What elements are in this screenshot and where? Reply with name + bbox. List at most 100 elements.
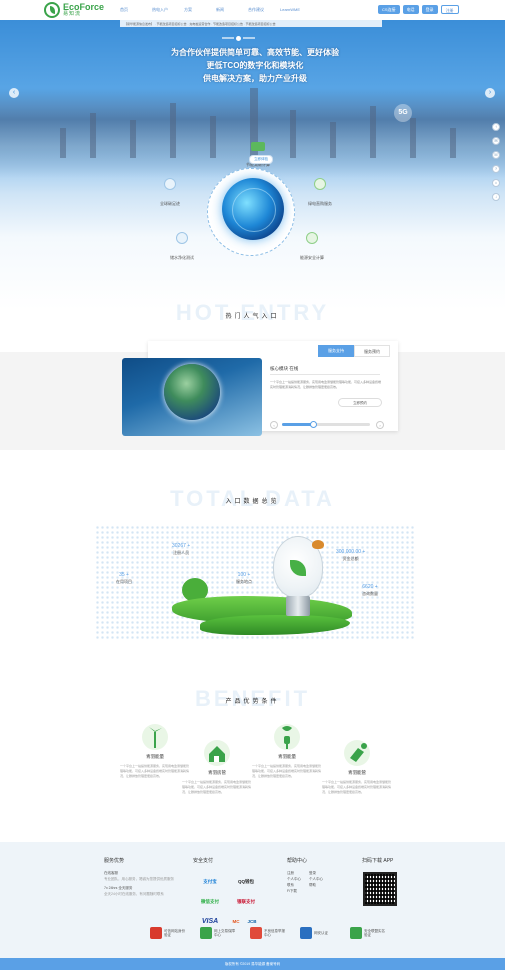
feature-safety[interactable]: 能源安全计算: [300, 232, 324, 264]
tab-service-booking[interactable]: 服务预约: [354, 345, 390, 357]
shield-icon: [306, 232, 318, 244]
stat-label: 服务地点: [236, 579, 252, 584]
mail-icon[interactable]: ✉: [492, 137, 500, 145]
mastercard-logo-icon: MC: [232, 919, 240, 924]
top-header: EcoForce 易知流 首页 热电入户 方案 新闻 合作建议 LearnWME…: [0, 0, 505, 20]
carousel-prev-arrow-icon[interactable]: ‹: [9, 88, 19, 98]
5g-badge-icon: 5G: [394, 104, 412, 122]
nav-item-learn[interactable]: LearnWME: [280, 7, 312, 13]
benefit-item[interactable]: 青羽房管 一个平台上一站提供能源服务，实现用电监测储能管理等功能，可接入多种设备…: [182, 738, 252, 795]
phone-button[interactable]: 电话: [402, 5, 419, 14]
benefit-desc: 一个平台上一站提供能源服务，实现用电监测储能管理等功能，可接入多种设备终端实时管…: [182, 780, 252, 794]
stat-value: 300,000.00 +: [336, 549, 366, 555]
prev-slide-icon[interactable]: ‹: [270, 421, 278, 429]
alipay-logo-icon: 支付宝: [203, 879, 217, 884]
jcb-logo-icon: JCB: [247, 919, 257, 924]
wind-turbine-icon: [140, 722, 170, 752]
benefit-item[interactable]: 青羽能量 一个平台上一站提供能源服务，实现用电监测储能管理等功能，可接入多种设备…: [252, 722, 322, 779]
floating-sidebar: ↑ ✉ ☏ ? ⌂ ↓: [492, 123, 502, 207]
phone-icon[interactable]: ☏: [492, 151, 500, 159]
calc-try-button[interactable]: 立即体验: [249, 155, 273, 164]
feature-water[interactable]: 储水净化测试: [170, 232, 194, 264]
slogan-line-1: 为合作伙伴提供简单可靠、高效节能、更好体验: [171, 48, 339, 57]
data-title: 入口数据总览: [225, 499, 280, 505]
cert-label: 可信网站身份验证: [164, 929, 185, 937]
nav-item-entry[interactable]: 热电入户: [152, 7, 184, 13]
cert-badge[interactable]: 不良信息举报中心: [250, 927, 286, 939]
carousel-dot-active[interactable]: [236, 35, 241, 41]
footer-col-title: 扫码下载 APP: [362, 858, 394, 864]
plant-icon: [314, 178, 326, 190]
benefit-item[interactable]: 青羽能管 一个平台上一站提供能源服务，实现用电监测储能管理等功能，可接入多种设备…: [322, 738, 392, 795]
stat-label: 咨询数量: [362, 591, 378, 596]
slider-handle[interactable]: [310, 421, 317, 428]
stat-projects: 35 + 在用项目: [116, 572, 132, 585]
carousel-next-arrow-icon[interactable]: ›: [485, 88, 495, 98]
cert-label: 网安认证: [314, 931, 328, 935]
benefit-item[interactable]: 青羽能量 一个平台上一站提供能源服务，实现用电监测储能管理等功能，可接入多种设备…: [120, 722, 190, 779]
help-icon[interactable]: ?: [492, 165, 500, 173]
benefit-title-text: 青羽能管: [348, 770, 366, 775]
footer-link[interactable]: 帮助: [309, 882, 323, 888]
benefit-desc: 一个平台上一站提供能源服务，实现用电监测储能管理等功能，可接入多种设备终端实时管…: [120, 764, 190, 778]
back-top-icon[interactable]: ↑: [492, 123, 500, 131]
wechat-pay-logo-icon: 微信支付: [201, 899, 219, 904]
hot-title: 热门人气入口: [225, 314, 280, 320]
fuel-nozzle-icon: [342, 738, 372, 768]
feature-carbon[interactable]: 全球碳足迹: [160, 178, 180, 210]
login-button[interactable]: 登录: [421, 5, 438, 14]
visa-logo-icon: VISA: [201, 918, 219, 925]
footer-link[interactable]: Fi下载: [287, 888, 301, 894]
footer-col-title: 服务优势: [104, 858, 125, 864]
logo[interactable]: EcoForce 易知流: [44, 2, 104, 18]
calculator-icon: [251, 142, 265, 151]
main-nav: 首页 热电入户 方案 新闻 合作建议 LearnWME: [120, 7, 312, 13]
home-icon[interactable]: ⌂: [492, 179, 500, 187]
footer-col-title: 安全支付: [193, 858, 214, 864]
benefit-title: 产品优势条件: [225, 699, 280, 705]
divider: [270, 374, 380, 375]
slide-progress[interactable]: [282, 421, 370, 428]
download-icon[interactable]: ↓: [492, 193, 500, 201]
logo-cn: 易知流: [63, 11, 82, 17]
qr-code-image: [363, 872, 397, 906]
nav-item-solution[interactable]: 方案: [184, 7, 216, 13]
carousel-indicator[interactable]: [222, 35, 270, 41]
nav-item-cooperate[interactable]: 合作建议: [248, 7, 280, 13]
footer-col-payment: 安全支付 支付宝 QQ钱包 微信支付 银联支付 VISA MC JCB: [193, 857, 273, 930]
stat-value: 35 +: [119, 572, 129, 578]
stat-label: 注册人员: [173, 550, 190, 555]
benefit-title-text: 青羽能量: [146, 754, 164, 759]
tab-service-support[interactable]: 服务支持: [318, 345, 354, 357]
register-button[interactable]: 注册: [440, 5, 459, 14]
cs-connect-button[interactable]: CS连接: [378, 5, 400, 14]
page: EcoForce 易知流 首页 热电入户 方案 新闻 合作建议 LearnWME…: [0, 0, 505, 970]
stat-value: 6620 +: [362, 584, 378, 590]
footer-col-app: 扫码下载 APP: [362, 857, 422, 870]
leaf-logo-icon: [44, 2, 60, 18]
cert-badge[interactable]: 可信网站身份验证: [150, 927, 186, 939]
feature-label: 储水净化测试: [170, 255, 194, 260]
search-icon: [164, 178, 176, 190]
qq-wallet-logo-icon: QQ钱包: [237, 879, 254, 884]
stat-label: 在用项目: [116, 579, 132, 584]
cert-badge[interactable]: 安全联盟实名验证: [350, 927, 386, 939]
feature-green[interactable]: 绿电直购服务: [308, 178, 332, 210]
cert-label: 安全联盟实名验证: [364, 929, 385, 937]
slogan-line-2: 更低TCO的数字化和模块化: [206, 61, 304, 70]
cert-badge[interactable]: 网上交易保障中心: [200, 927, 236, 939]
stat-value: 30267 +: [172, 543, 191, 549]
green-house-icon: [202, 738, 232, 768]
feature-label: 全球碳足迹: [160, 201, 180, 206]
next-slide-icon[interactable]: ›: [376, 421, 384, 429]
announcement-ticker[interactable]: 【易华能源信息发布】 · 节能改造项目招标公告 · 充电桩运营合作 · 节能改造…: [120, 20, 382, 27]
stat-locations: 100 + 服务地点: [236, 572, 252, 585]
cert-badge[interactable]: 网安认证: [300, 927, 336, 939]
stat-funds: 300,000.00 + 资金总额: [336, 549, 365, 562]
lightbulb-base: [286, 596, 310, 616]
nav-item-home[interactable]: 首页: [120, 7, 152, 13]
nav-item-news[interactable]: 新闻: [216, 7, 248, 13]
footer-item-desc: 全天24小时在线服务，有问题随时联系: [104, 892, 164, 896]
slogan-line-3: 供电解决方案，助力产业升级: [203, 74, 307, 83]
book-now-button[interactable]: 立即预约: [338, 398, 382, 407]
